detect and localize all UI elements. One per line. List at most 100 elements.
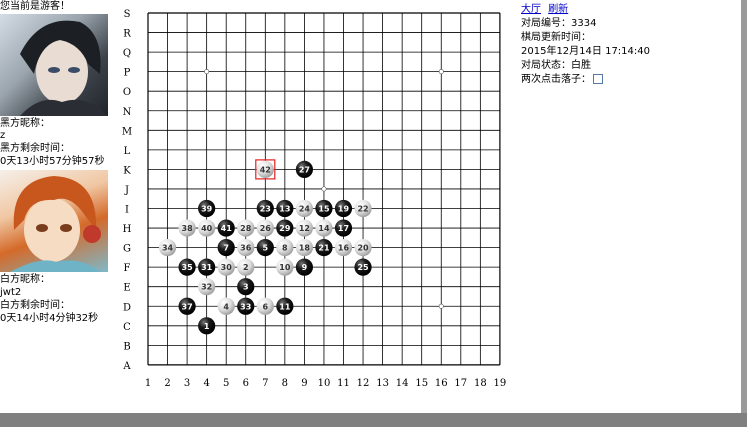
- move-number: 13: [279, 205, 290, 214]
- row-label: R: [123, 29, 131, 40]
- white-player-avatar: [0, 170, 108, 272]
- black-stone: 23: [256, 199, 274, 218]
- row-label: B: [123, 341, 130, 352]
- row-label: K: [123, 165, 131, 176]
- col-label: 18: [474, 378, 487, 389]
- move-number: 23: [260, 205, 271, 214]
- move-number: 31: [201, 263, 213, 272]
- col-label: 16: [435, 378, 448, 389]
- black-time-remaining: 0天13小时57分钟57秒: [0, 156, 105, 167]
- black-stone: 41: [217, 219, 235, 237]
- white-stone: 20: [354, 239, 372, 257]
- player-panel: 您当前是游客！ 黑方昵称： z 黑方剩余时间： 0天13小时57分钟57秒 白方…: [0, 0, 118, 413]
- move-number: 34: [162, 244, 174, 253]
- update-time: 2015年12月14日 17:14:40: [521, 46, 650, 57]
- move-number: 8: [282, 244, 288, 253]
- col-label: 11: [337, 378, 350, 389]
- move-number: 22: [357, 205, 368, 214]
- black-stone: 19: [334, 199, 353, 218]
- col-label: 13: [376, 378, 389, 389]
- update-time-label: 棋局更新时间：: [521, 32, 591, 43]
- white-stone: 18: [295, 239, 313, 257]
- move-number: 9: [302, 263, 308, 272]
- row-label: Q: [123, 48, 131, 59]
- white-stone: 26: [256, 219, 274, 237]
- double-click-checkbox[interactable]: [593, 74, 603, 84]
- black-stone: 15: [315, 199, 333, 218]
- move-number: 35: [182, 263, 194, 272]
- black-stone: 27: [295, 160, 313, 178]
- col-label: 12: [357, 378, 370, 389]
- col-label: 3: [184, 378, 190, 389]
- row-label: A: [122, 361, 131, 372]
- row-label: S: [124, 9, 131, 20]
- white-nickname: jwt2: [0, 287, 22, 298]
- white-time-label: 白方剩余时间：: [0, 300, 70, 311]
- move-number: 28: [240, 224, 252, 233]
- black-stone: 21: [315, 239, 333, 257]
- white-stone: 6: [256, 297, 274, 315]
- black-stone: 9: [295, 258, 313, 276]
- move-number: 29: [279, 224, 291, 233]
- col-label: 9: [301, 378, 307, 389]
- move-number: 36: [240, 244, 252, 253]
- double-click-label: 两次点击落子：: [521, 74, 591, 85]
- hall-link[interactable]: 大厅: [521, 4, 541, 15]
- move-number: 12: [299, 224, 310, 233]
- row-label: P: [124, 68, 131, 79]
- black-stone: 37: [178, 297, 196, 315]
- row-label: N: [123, 107, 132, 118]
- black-stone: 3: [237, 278, 255, 296]
- col-label: 8: [282, 378, 288, 389]
- row-label: H: [123, 224, 132, 235]
- col-label: 10: [318, 378, 331, 389]
- black-stone: 7: [217, 239, 235, 257]
- status-bar: [0, 413, 747, 427]
- col-label: 19: [494, 378, 507, 389]
- col-label: 6: [243, 378, 249, 389]
- move-number: 32: [201, 283, 212, 292]
- row-label: L: [124, 146, 131, 157]
- black-stone: 39: [198, 199, 216, 218]
- white-stone: 14: [315, 219, 333, 237]
- black-player-avatar: [0, 14, 108, 116]
- white-stone: 4: [217, 297, 235, 315]
- white-stone: 24: [295, 199, 313, 218]
- white-nickname-label: 白方昵称：: [0, 274, 50, 285]
- row-label: I: [125, 205, 129, 216]
- move-number: 20: [357, 244, 369, 253]
- board-grid[interactable]: SRQPONMLKJIHGFEDCBA1 2 3 4 5 6 7 8 9 10 11 12 13 14 15…: [122, 0, 512, 395]
- white-stone: 2: [237, 258, 255, 276]
- move-number: 18: [299, 244, 311, 253]
- move-number: 37: [182, 302, 193, 311]
- col-label: 1: [145, 378, 151, 389]
- game-info-panel: 大厅 刷新 对局编号：3334 棋局更新时间： 2015年12月14日 17:1…: [521, 3, 736, 87]
- white-stone: 34: [158, 239, 177, 257]
- star-point: [438, 69, 444, 75]
- move-number: 3: [243, 283, 249, 292]
- move-number: 6: [263, 302, 269, 311]
- col-label: 15: [415, 378, 428, 389]
- col-label: 2: [164, 378, 170, 389]
- row-label: D: [123, 302, 131, 313]
- white-stone: 30: [217, 258, 235, 276]
- star-point: [204, 69, 210, 75]
- move-number: 26: [260, 224, 272, 233]
- move-number: 2: [243, 263, 249, 272]
- col-label: 5: [223, 378, 229, 389]
- white-stone: 12: [295, 219, 313, 237]
- move-number: 4: [223, 302, 229, 311]
- white-stone: 36: [237, 239, 255, 257]
- white-stone: 32: [198, 278, 216, 296]
- refresh-link[interactable]: 刷新: [548, 4, 568, 15]
- col-label: 14: [396, 378, 409, 389]
- go-board[interactable]: S R Q P O N M L K J I H G F E D C B A 1 2 3 4 5 6 7 8 9 10 11 12 13 14 15…: [122, 0, 512, 395]
- move-number: 19: [338, 205, 350, 214]
- move-number: 40: [201, 224, 213, 233]
- move-number: 10: [279, 263, 291, 272]
- white-stone: 40: [198, 219, 216, 237]
- black-stone: 13: [276, 199, 294, 218]
- black-stone: 25: [354, 258, 372, 276]
- black-stone: 1: [198, 317, 216, 335]
- game-status: 对局状态：白胜: [521, 60, 591, 71]
